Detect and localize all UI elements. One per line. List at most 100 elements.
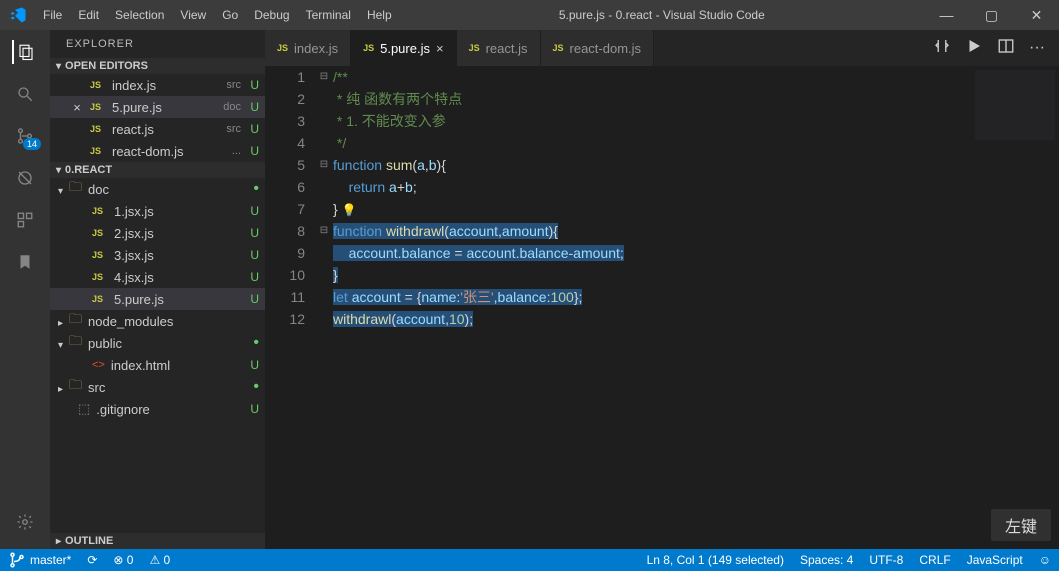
file-item[interactable]: JS3.jsx.jsU xyxy=(50,244,265,266)
file-name: .gitignore xyxy=(96,402,241,417)
menu-terminal[interactable]: Terminal xyxy=(298,8,359,22)
extensions-icon[interactable] xyxy=(13,208,37,232)
folder-item[interactable]: 🗀node_modules xyxy=(50,310,265,332)
open-editor-item[interactable]: JSindex.jssrcU xyxy=(50,74,265,96)
fold-toggle xyxy=(315,264,333,286)
file-item[interactable]: JS2.jsx.jsU xyxy=(50,222,265,244)
folder-item[interactable]: 🗀src• xyxy=(50,376,265,398)
menu-help[interactable]: Help xyxy=(359,8,400,22)
run-icon[interactable] xyxy=(965,37,983,60)
line-number[interactable]: 8 xyxy=(265,220,305,242)
code-line[interactable]: account.balance = account.balance-amount… xyxy=(333,242,1059,264)
lightbulb-icon[interactable]: 💡 xyxy=(342,203,357,217)
cursor-position[interactable]: Ln 8, Col 1 (149 selected) xyxy=(639,553,792,567)
eol[interactable]: CRLF xyxy=(911,553,958,567)
close-icon[interactable]: × xyxy=(70,100,84,115)
line-number[interactable]: 3 xyxy=(265,110,305,132)
editor-tab[interactable]: JSindex.js xyxy=(265,30,351,66)
code-line[interactable]: let account = {name:'张三',balance:100}; xyxy=(333,286,1059,308)
line-number[interactable]: 6 xyxy=(265,176,305,198)
js-file-icon: JS xyxy=(92,206,108,216)
settings-icon[interactable] xyxy=(13,510,37,534)
split-editor-icon[interactable] xyxy=(997,37,1015,60)
code-line[interactable]: } 💡 xyxy=(333,198,1059,220)
file-item[interactable]: ⬚.gitignoreU xyxy=(50,398,265,420)
line-number[interactable]: 12 xyxy=(265,308,305,330)
menu-go[interactable]: Go xyxy=(214,8,246,22)
language-mode[interactable]: JavaScript xyxy=(959,553,1031,567)
sync-button[interactable]: ⟳ xyxy=(79,553,105,567)
line-number[interactable]: 2 xyxy=(265,88,305,110)
code-line[interactable]: * 纯 函数有两个特点 xyxy=(333,88,1059,110)
outline-header[interactable]: OUTLINE xyxy=(50,533,265,549)
folder-icon: 🗀 xyxy=(69,376,82,398)
code-editor[interactable]: 123456789101112 ⊟⊟⊟ /** * 纯 函数有两个特点 * 1.… xyxy=(265,66,1059,549)
folder-item[interactable]: 🗀doc• xyxy=(50,178,265,200)
line-number[interactable]: 7 xyxy=(265,198,305,220)
more-actions-icon[interactable]: ··· xyxy=(1029,39,1045,57)
menu-file[interactable]: File xyxy=(35,8,70,22)
file-item[interactable]: JS1.jsx.jsU xyxy=(50,200,265,222)
explorer-icon[interactable] xyxy=(12,40,36,64)
file-name: 4.jsx.js xyxy=(114,270,241,285)
project-header[interactable]: 0.REACT xyxy=(50,162,265,178)
bookmark-icon[interactable] xyxy=(13,250,37,274)
errors-count[interactable]: ⊗ 0 xyxy=(105,553,141,567)
maximize-button[interactable]: ▢ xyxy=(969,7,1014,24)
compare-changes-icon[interactable] xyxy=(933,37,951,60)
js-file-icon: JS xyxy=(92,272,108,282)
line-number[interactable]: 5 xyxy=(265,154,305,176)
encoding[interactable]: UTF-8 xyxy=(861,553,911,567)
source-control-icon[interactable]: 14 xyxy=(13,124,37,148)
file-item[interactable]: JS4.jsx.jsU xyxy=(50,266,265,288)
fold-toggle[interactable]: ⊟ xyxy=(315,66,333,88)
minimize-button[interactable]: — xyxy=(924,7,969,24)
git-branch[interactable]: master* xyxy=(0,551,79,569)
sidebar: EXPLORER OPEN EDITORS JSindex.jssrcU×JS5… xyxy=(50,30,265,549)
code-line[interactable]: */ xyxy=(333,132,1059,154)
fold-toggle xyxy=(315,88,333,110)
js-file-icon: JS xyxy=(92,228,108,238)
file-item[interactable]: <>index.htmlU xyxy=(50,354,265,376)
warnings-count[interactable]: ⚠ 0 xyxy=(141,553,178,567)
editor-tab[interactable]: JS5.pure.js× xyxy=(351,30,456,66)
code-line[interactable]: /** xyxy=(333,66,1059,88)
open-editor-item[interactable]: JSreact-dom.js...U xyxy=(50,140,265,162)
line-number[interactable]: 4 xyxy=(265,132,305,154)
file-name: react.js xyxy=(112,122,218,137)
open-editor-item[interactable]: JSreact.jssrcU xyxy=(50,118,265,140)
indentation[interactable]: Spaces: 4 xyxy=(792,553,861,567)
fold-toggle[interactable]: ⊟ xyxy=(315,154,333,176)
close-button[interactable]: ✕ xyxy=(1014,7,1059,24)
line-number[interactable]: 10 xyxy=(265,264,305,286)
folder-item[interactable]: 🗀public• xyxy=(50,332,265,354)
search-icon[interactable] xyxy=(13,82,37,106)
line-number[interactable]: 9 xyxy=(265,242,305,264)
menu-edit[interactable]: Edit xyxy=(70,8,107,22)
menu-debug[interactable]: Debug xyxy=(246,8,297,22)
feedback-icon[interactable]: ☺ xyxy=(1031,553,1059,567)
line-number[interactable]: 1 xyxy=(265,66,305,88)
open-editor-item[interactable]: ×JS5.pure.jsdocU xyxy=(50,96,265,118)
menu-selection[interactable]: Selection xyxy=(107,8,172,22)
code-line[interactable]: function sum(a,b){ xyxy=(333,154,1059,176)
open-editors-header[interactable]: OPEN EDITORS xyxy=(50,58,265,74)
close-tab-icon[interactable]: × xyxy=(436,41,444,56)
menu-view[interactable]: View xyxy=(172,8,214,22)
file-name: index.html xyxy=(111,358,241,373)
code-line[interactable]: * 1. 不能改变入参 xyxy=(333,110,1059,132)
code-line[interactable]: withdrawl(account,10); xyxy=(333,308,1059,330)
modified-dot-icon: • xyxy=(253,338,259,348)
code-line[interactable]: } xyxy=(333,264,1059,286)
file-path-hint: src xyxy=(226,123,241,135)
editor-tab[interactable]: JSreact.js xyxy=(457,30,541,66)
line-number[interactable]: 11 xyxy=(265,286,305,308)
fold-toggle[interactable]: ⊟ xyxy=(315,220,333,242)
file-item[interactable]: JS5.pure.jsU xyxy=(50,288,265,310)
fold-toggle xyxy=(315,176,333,198)
code-line[interactable]: return a+b; xyxy=(333,176,1059,198)
editor-tab[interactable]: JSreact-dom.js xyxy=(541,30,655,66)
code-line[interactable]: function withdrawl(account,amount){ xyxy=(333,220,1059,242)
minimap[interactable] xyxy=(975,70,1055,140)
debug-icon[interactable] xyxy=(13,166,37,190)
